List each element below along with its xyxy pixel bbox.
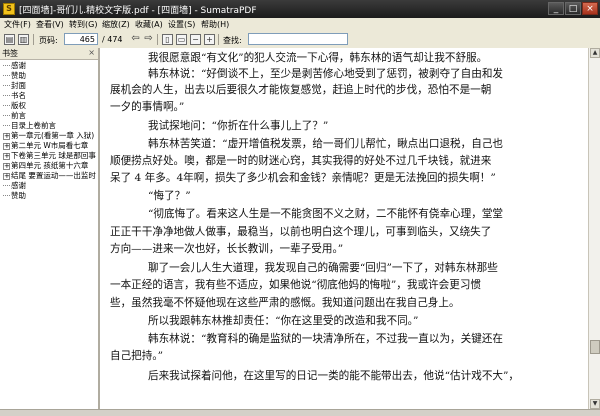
menu-bar: 文件(F) 查看(V) 转到(G) 缩放(Z) 收藏(A) 设置(S) 帮助(H… — [0, 18, 600, 32]
toolbar-separator — [157, 34, 158, 45]
text-line: 一夕的事情啊。” — [110, 101, 185, 113]
tree-line — [3, 195, 10, 197]
expand-icon[interactable]: + — [3, 142, 10, 150]
bookmark-item[interactable]: +第四单元 孩纸第十六章 — [3, 161, 99, 171]
expand-icon[interactable]: + — [3, 152, 10, 160]
bookmark-item[interactable]: 感谢 — [3, 181, 99, 191]
bookmark-item[interactable]: +下卷第三单元 球是那回事 — [3, 151, 99, 161]
fit-page-icon[interactable]: ▯ — [162, 34, 173, 45]
fit-width-icon[interactable]: ▭ — [176, 34, 187, 45]
title-bar: S [四面墙]-哥们儿.精校文字版.pdf - [四面墙] - SumatraP… — [0, 0, 600, 18]
menu-file[interactable]: 文件(F) — [4, 19, 31, 30]
bookmark-item[interactable]: +第一章元(看第一章 入狱) — [3, 131, 99, 141]
menu-goto[interactable]: 转到(G) — [69, 19, 97, 30]
text-line: 后来我试探着问他，在这里写的日记一类的能不能带出去，他说“估计戏不大”， — [148, 370, 520, 382]
text-line: 韩东林说：“好倒谈不上，至少是剥苦修心地受到了惩罚，被剥夺了自由和发 — [148, 68, 504, 80]
text-line: 所以我跟韩东林推却责任：“你在这里受的改造和我不同。” — [148, 315, 419, 327]
scroll-up-icon[interactable]: ▲ — [590, 48, 600, 58]
document-page[interactable]: 我很愿意跟“有文化”的犯人交流一下心得，韩东林的语气却让我不舒服。 韩东林说：“… — [100, 48, 588, 409]
menu-view[interactable]: 查看(V) — [36, 19, 64, 30]
bookmark-item[interactable]: 赞助 — [3, 71, 99, 81]
bookmark-item[interactable]: 版权 — [3, 101, 99, 111]
text-line: “悔了？” — [148, 190, 191, 202]
open-icon[interactable]: ▤ — [4, 34, 15, 45]
menu-settings[interactable]: 设置(S) — [168, 19, 195, 30]
text-line: 聊了一会儿人生大道理，我发现自己的确需要“回归”一下了，对韩东林那些 — [148, 262, 498, 274]
bookmark-item[interactable]: +第二单元 W市局看七章 — [3, 141, 99, 151]
sidebar-title: 书签 — [2, 49, 18, 58]
expand-icon[interactable]: + — [3, 132, 10, 140]
find-label: 查找: — [223, 36, 242, 45]
sidebar-close-icon[interactable]: × — [88, 48, 95, 57]
menu-zoom[interactable]: 缩放(Z) — [102, 19, 130, 30]
tree-line — [3, 105, 10, 107]
bookmark-item[interactable]: 目录上卷前言 — [3, 121, 99, 131]
bookmark-item[interactable]: 前言 — [3, 111, 99, 121]
toolbar: ▤ ▥ 页码: / 474 ⇦ ⇨ ▯ ▭ − + 查找: — [0, 31, 600, 49]
next-page-icon[interactable]: ⇨ — [143, 34, 154, 45]
tree-line — [3, 65, 10, 67]
page-total: / 474 — [102, 35, 123, 44]
sumatra-app-icon: S — [3, 3, 15, 15]
tree-line — [3, 85, 10, 87]
expand-icon[interactable]: + — [3, 162, 10, 170]
text-line: 韩东林苦笑道：“虚开增值税发票，给一哥们儿帮忙，瞅点出口退税，自己也 — [148, 138, 504, 150]
bookmark-item[interactable]: 书名 — [3, 91, 99, 101]
page-number-input[interactable] — [64, 33, 98, 45]
bookmarks-sidebar: 书签 × 感谢 赞助 封面 书名 版权 前言 目录上卷前言 +第一章元(看第一章… — [0, 48, 100, 409]
tree-line — [3, 125, 10, 127]
close-button[interactable]: × — [582, 2, 598, 15]
menu-favorites[interactable]: 收藏(A) — [135, 19, 163, 30]
text-line: 展机会的人生，出去以后要很久才能恢复感觉，赶追上时代的步伐，恐怕不是一朝 — [110, 84, 492, 96]
bookmark-item[interactable]: +结尾 要置运动——出监时 — [3, 171, 99, 181]
text-line: 韩东林说：“教育科的确是监狱的一块清净所在，不过我一直以为，关键还在 — [148, 333, 504, 345]
bookmark-item[interactable]: 赞助 — [3, 191, 99, 201]
text-line: 呆了 4 年多。4年啊，损失了多少机会和金钱？亲情呢？更是无法挽回的损失啊！” — [110, 172, 496, 184]
sidebar-header: 书签 × — [0, 48, 98, 60]
print-icon[interactable]: ▥ — [18, 34, 29, 45]
text-line: 一本正经的语言，我有些不适应，如果他说“彻底他妈的悔啦”，我或许会更习惯 — [110, 279, 482, 291]
bookmark-item[interactable]: 封面 — [3, 81, 99, 91]
text-line: 正正干干净净地做人做事，最稳当，以前也明白这个理儿，可事到临头，又绕失了 — [110, 226, 492, 238]
tree-line — [3, 95, 10, 97]
tree-line — [3, 185, 10, 187]
window-title: [四面墙]-哥们儿.精校文字版.pdf - [四面墙] - SumatraPDF — [19, 6, 257, 16]
text-line: “彻底悔了。看来这人生是一不能贪图不义之财，二不能怀有侥幸心理，堂堂 — [148, 208, 504, 220]
text-line: 方向——进来一次也好，长长教训，一辈子受用。” — [110, 243, 344, 255]
zoom-out-icon[interactable]: − — [190, 34, 201, 45]
vertical-scrollbar[interactable]: ▲ ▼ — [588, 48, 600, 409]
previous-page-icon[interactable]: ⇦ — [130, 34, 141, 45]
text-line: 我很愿意跟“有文化”的犯人交流一下心得，韩东林的语气却让我不舒服。 — [148, 52, 488, 64]
text-line: 些，虽然我毫不怀疑他现在这些严肃的感慨。我知道问题出在我自己身上。 — [110, 297, 460, 309]
toolbar-separator — [33, 34, 34, 45]
page-label: 页码: — [39, 36, 58, 45]
zoom-in-icon[interactable]: + — [204, 34, 215, 45]
tree-line — [3, 115, 10, 117]
tree-line — [3, 75, 10, 77]
scrollbar-thumb[interactable] — [590, 340, 600, 354]
expand-icon[interactable]: + — [3, 172, 10, 180]
scroll-down-icon[interactable]: ▼ — [590, 399, 600, 409]
maximize-button[interactable]: □ — [565, 2, 581, 15]
minimize-button[interactable]: _ — [548, 2, 564, 15]
bookmark-item[interactable]: 感谢 — [3, 61, 99, 71]
text-line: 顺便捞点好处。噢，都是一时的财迷心窍，其实我得的好处不过几千块钱，就进来 — [110, 155, 492, 167]
text-line: 我试探地问：“你折在什么事儿上了？” — [148, 120, 329, 132]
toolbar-separator — [218, 34, 219, 45]
text-line: 自己把持。” — [110, 350, 164, 362]
find-input[interactable] — [248, 33, 348, 45]
menu-help[interactable]: 帮助(H) — [201, 19, 229, 30]
